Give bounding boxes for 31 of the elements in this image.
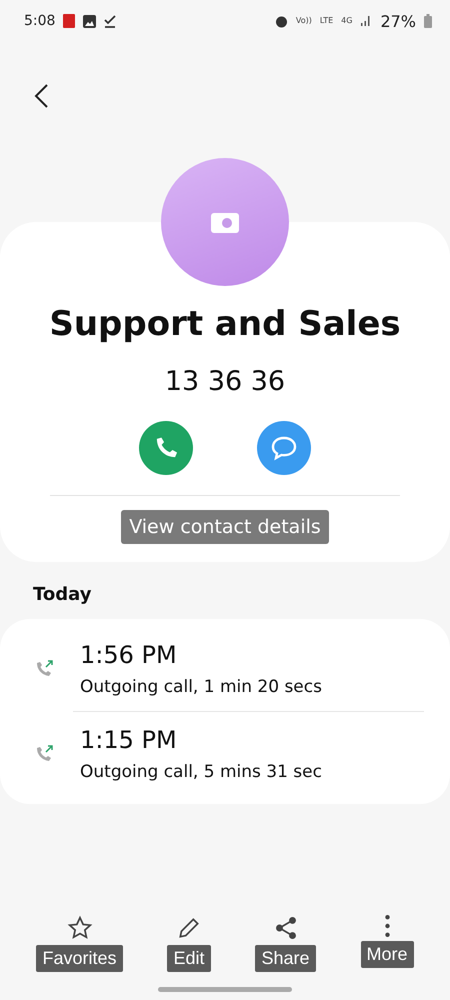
contact-name: Support and Sales — [49, 304, 401, 344]
call-button[interactable] — [139, 421, 193, 475]
call-time: 1:56 PM — [80, 641, 178, 669]
outgoing-call-icon — [34, 744, 54, 764]
section-heading: Today — [33, 584, 92, 605]
battery-percent: 27% — [380, 12, 416, 30]
call-time: 1:15 PM — [80, 726, 178, 754]
toolbar-button[interactable]: Favorites — [36, 915, 123, 972]
view-contact-details-link[interactable]: View contact details — [121, 510, 329, 544]
message-button[interactable] — [257, 421, 311, 475]
signal-icon — [360, 15, 372, 27]
star-icon — [66, 915, 92, 941]
pencil-icon — [176, 915, 202, 941]
call-description: Outgoing call, 5 mins 31 sec — [80, 762, 322, 782]
call-description: Outgoing call, 1 min 20 secs — [80, 677, 322, 697]
status-time: 5:08 — [24, 13, 56, 29]
camera-icon — [211, 211, 239, 233]
toolbar-button[interactable]: Edit — [167, 915, 211, 972]
back-icon — [33, 82, 49, 108]
network-indicator: Vo)) — [296, 17, 312, 25]
phone-number: 13 36 36 — [164, 366, 286, 397]
download-done-icon — [104, 14, 116, 28]
more-icon — [384, 915, 390, 937]
outgoing-call-icon — [34, 659, 54, 679]
battery-icon — [424, 14, 432, 28]
network-indicator: LTE — [320, 17, 334, 25]
image-icon — [83, 14, 96, 28]
chat-bubble-icon — [270, 435, 298, 461]
network-indicator: 4G — [341, 17, 352, 25]
toolbar-button[interactable]: More — [360, 915, 414, 972]
toolbar-button[interactable]: Share — [255, 915, 316, 972]
